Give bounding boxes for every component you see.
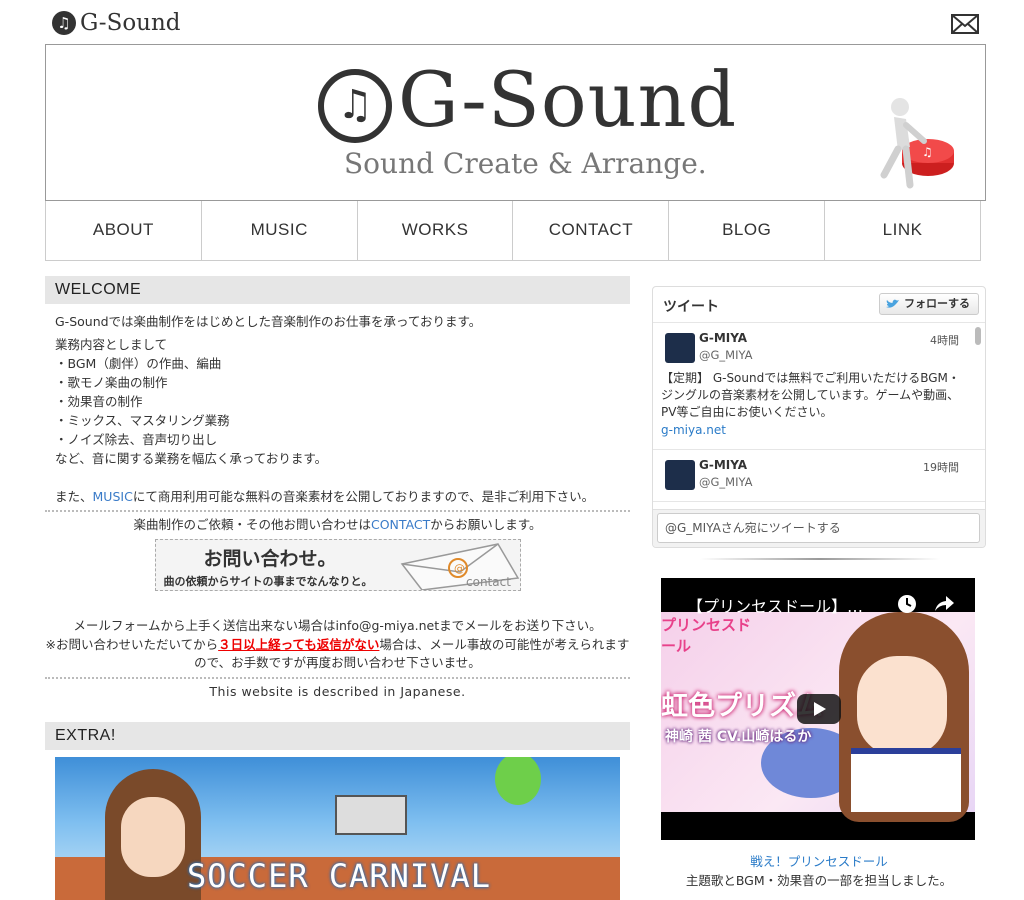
tweet-author-handle[interactable]: @G_MIYA: [699, 475, 967, 489]
tweet-author-handle[interactable]: @G_MIYA: [699, 348, 967, 362]
nav-works[interactable]: WORKS: [358, 201, 514, 260]
site-logo-small[interactable]: ♫ G-Sound: [52, 8, 181, 38]
twitter-bird-icon: [886, 299, 899, 308]
music-note-logo-icon: ♫: [318, 69, 392, 143]
envelope-icon: @ contact: [400, 543, 519, 590]
welcome-heading: WELCOME: [45, 276, 630, 304]
welcome-intro: G-Soundでは楽曲制作をはじめとした音楽制作のお仕事を承っております。: [55, 314, 482, 329]
banner-title: G-Sound: [398, 55, 738, 144]
video-player[interactable]: プリンセスドール 虹色プリズム 神崎 茜 CV.山崎はるか 【プリンセスドール】…: [661, 578, 975, 840]
service-line: ・歌モノ楽曲の制作: [55, 375, 168, 390]
top-bar: ♫ G-Sound: [0, 0, 1024, 44]
contact-banner[interactable]: お問い合わせ。 曲の依頼からサイトの事までなんなりと。 @ contact: [154, 539, 521, 591]
nav-about[interactable]: ABOUT: [46, 201, 202, 260]
svg-text:@: @: [454, 562, 465, 575]
tweet-body: 【定期】 G-Soundでは無料でご利用いただけるBGM・ジングルの音楽素材を公…: [661, 371, 960, 419]
music-info: また、MUSICにて商用利用可能な無料の音楽素材を公開しておりますので、是非ご利…: [55, 487, 620, 506]
contact-banner-subtitle: 曲の依頼からサイトの事までなんなりと。: [163, 575, 373, 588]
contact-link[interactable]: CONTACT: [371, 517, 430, 532]
service-line: ・BGM（劇伴）の作曲、編曲: [55, 356, 222, 371]
contact-info-post: からお願いします。: [430, 517, 542, 532]
tweet-author-name[interactable]: G-MIYA: [699, 331, 967, 345]
video-caption-text: 主題歌とBGM・効果音の一部を担当しました。: [685, 873, 953, 888]
video-caption-link[interactable]: 戦え！プリンセスドール: [652, 852, 986, 871]
tweet-item[interactable]: G-MIYA @G_MIYA 4時間 【定期】 G-Soundでは無料でご利用い…: [653, 323, 985, 450]
twitter-header: ツイート フォローする: [653, 287, 985, 323]
tweet-compose-input[interactable]: @G_MIYAさん宛にツイートする: [657, 513, 980, 543]
stadium-light-icon: [335, 794, 407, 835]
figure-pressing-button-icon: ♫: [880, 98, 954, 189]
twitter-title: ツイート: [663, 299, 719, 315]
contact-info: 楽曲制作のご依頼・その他お問い合わせはCONTACTからお願いします。: [45, 516, 630, 533]
nav-blog[interactable]: BLOG: [669, 201, 826, 260]
contact-notes: メールフォームから上手く送信出来ない場合はinfo@g-miya.netまでメー…: [45, 617, 630, 673]
reply-warning: ３日以上経っても返信がない: [218, 636, 380, 652]
reply-note-pre: ※お問い合わせいただいてから: [45, 636, 219, 652]
soccer-carnival-image[interactable]: SOCCER CARNIVAL: [55, 756, 620, 900]
follow-button[interactable]: フォローする: [879, 293, 979, 315]
music-info-post: にて商用利用可能な無料の音楽素材を公開しておりますので、是非ご利用下さい。: [132, 489, 595, 504]
mail-note: メールフォームから上手く送信出来ない場合はinfo@g-miya.netまでメー…: [73, 618, 602, 633]
avatar[interactable]: [665, 333, 695, 363]
banner-tagline: Sound Create & Arrange.: [344, 147, 707, 180]
tweet-scrollbar[interactable]: [975, 327, 981, 345]
contact-banner-title: お問い合わせ。: [203, 548, 337, 570]
service-line: など、音に関する業務を幅広く承っております。: [55, 451, 328, 466]
extra-heading: EXTRA!: [45, 721, 630, 750]
tweet-compose-area: @G_MIYAさん宛にツイートする: [653, 509, 985, 547]
contact-info-pre: 楽曲制作のご依頼・その他お問い合わせは: [133, 517, 371, 532]
svg-text:♫: ♫: [922, 145, 933, 159]
main-content: WELCOME G-Soundでは楽曲制作をはじめとした音楽制作のお仕事を承って…: [45, 276, 630, 900]
dotted-divider: [45, 510, 630, 512]
video-cv-credit: 神崎 茜 CV.山崎はるか: [665, 729, 812, 745]
service-line: ・効果音の制作: [55, 394, 143, 409]
site-logo-text: G-Sound: [80, 10, 181, 36]
soccer-carnival-title: SOCCER CARNIVAL: [187, 856, 491, 895]
tweet-time[interactable]: 4時間: [930, 332, 959, 348]
language-note: This website is described in Japanese.: [209, 683, 466, 699]
service-line: ・ミックス、マスタリング業務: [55, 413, 230, 428]
nav-contact[interactable]: CONTACT: [513, 201, 670, 260]
music-info-pre: また、: [55, 489, 93, 504]
character-outfit: [851, 748, 961, 812]
contact-envelope-label: contact: [466, 575, 511, 589]
service-line: 業務内容としまして: [55, 337, 168, 352]
service-line: ・ノイズ除去、音声切り出し: [55, 432, 218, 447]
balloon-icon: [495, 756, 541, 805]
play-button[interactable]: [797, 694, 841, 724]
mail-icon[interactable]: [951, 14, 979, 34]
header-banner[interactable]: ♫ G-Sound Sound Create & Arrange. ♫: [45, 44, 986, 201]
nav-music[interactable]: MUSIC: [202, 201, 358, 260]
video-logo-text: プリンセスドール: [661, 616, 752, 655]
sidebar-divider: [700, 558, 940, 560]
share-icon[interactable]: [933, 594, 955, 614]
music-note-logo-icon: ♫: [52, 11, 76, 35]
tweet-link[interactable]: g-miya.net: [661, 423, 967, 437]
watch-later-icon[interactable]: [897, 594, 917, 614]
tweet-item[interactable]: G-MIYA @G_MIYA 19時間: [653, 450, 985, 502]
character-face: [857, 656, 947, 756]
welcome-text: G-Soundでは楽曲制作をはじめとした音楽制作のお仕事を承っております。 業務…: [45, 304, 630, 506]
video-caption: 戦え！プリンセスドール 主題歌とBGM・効果音の一部を担当しました。: [652, 852, 986, 890]
dotted-divider: [45, 676, 630, 679]
twitter-widget: ツイート フォローする G-MIYA @G_MIYA 4時間 【定期】 G-So…: [652, 286, 986, 548]
music-link[interactable]: MUSIC: [93, 489, 133, 504]
follow-button-label: フォローする: [904, 297, 970, 310]
main-nav: ABOUT MUSIC WORKS CONTACT BLOG LINK: [45, 201, 981, 261]
tweet-time[interactable]: 19時間: [923, 459, 959, 475]
character-face: [121, 796, 185, 877]
nav-link[interactable]: LINK: [825, 201, 980, 260]
video-title[interactable]: 【プリンセスドール】…: [687, 593, 863, 617]
reply-note: ※お問い合わせいただいてから３日以上経っても返信がない場合は、メール事故の可能性…: [45, 636, 630, 673]
avatar[interactable]: [665, 460, 695, 490]
